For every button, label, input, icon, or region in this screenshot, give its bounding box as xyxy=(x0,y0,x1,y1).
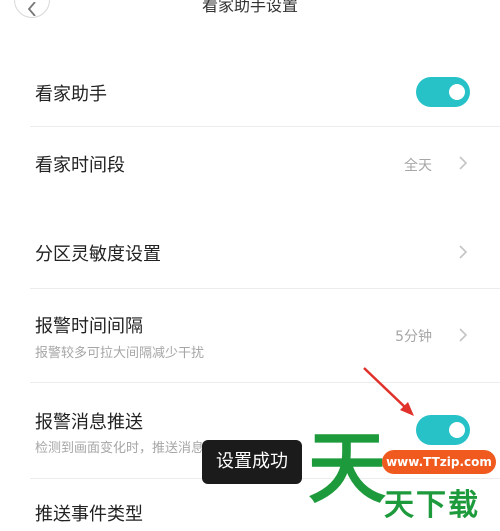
annotation-arrow xyxy=(363,367,414,416)
setting-label: 推送事件类型 xyxy=(35,504,143,525)
chevron-right-icon xyxy=(459,328,468,342)
setting-label: 报警消息推送 xyxy=(35,412,143,433)
home-assistant-toggle[interactable] xyxy=(416,77,470,107)
setting-subtitle: 报警较多可拉大间隔减少干扰 xyxy=(35,346,205,361)
logo-url: www.TTzip.com xyxy=(382,450,496,474)
logo-name: 天下载 xyxy=(384,488,480,523)
toggle-knob xyxy=(449,84,465,100)
setting-value: 5分钟 xyxy=(395,329,432,345)
setting-value: 全天 xyxy=(404,158,432,174)
success-toast: 设置成功 xyxy=(202,440,302,484)
header: 看家助手设置 xyxy=(0,0,500,18)
setting-label: 报警时间间隔 xyxy=(35,316,143,337)
site-watermark-logo: 天 www.TTzip.com 天下载 xyxy=(308,430,500,531)
page-title: 看家助手设置 xyxy=(201,0,298,15)
toggle-knob xyxy=(449,422,465,438)
chevron-right-icon xyxy=(459,156,468,170)
chevron-right-icon xyxy=(459,245,468,259)
setting-label: 分区灵敏度设置 xyxy=(35,244,161,265)
setting-row-home-assistant[interactable]: 看家助手 xyxy=(0,60,500,126)
setting-row-time-period[interactable]: 看家时间段 全天 xyxy=(0,127,500,197)
logo-big-char: 天 xyxy=(308,424,387,514)
setting-row-zone-sensitivity[interactable]: 分区灵敏度设置 xyxy=(0,220,500,288)
setting-label: 看家助手 xyxy=(35,84,107,105)
setting-row-alarm-interval[interactable]: 报警时间间隔 报警较多可拉大间隔减少干扰 5分钟 xyxy=(0,289,500,382)
setting-label: 看家时间段 xyxy=(35,155,125,176)
